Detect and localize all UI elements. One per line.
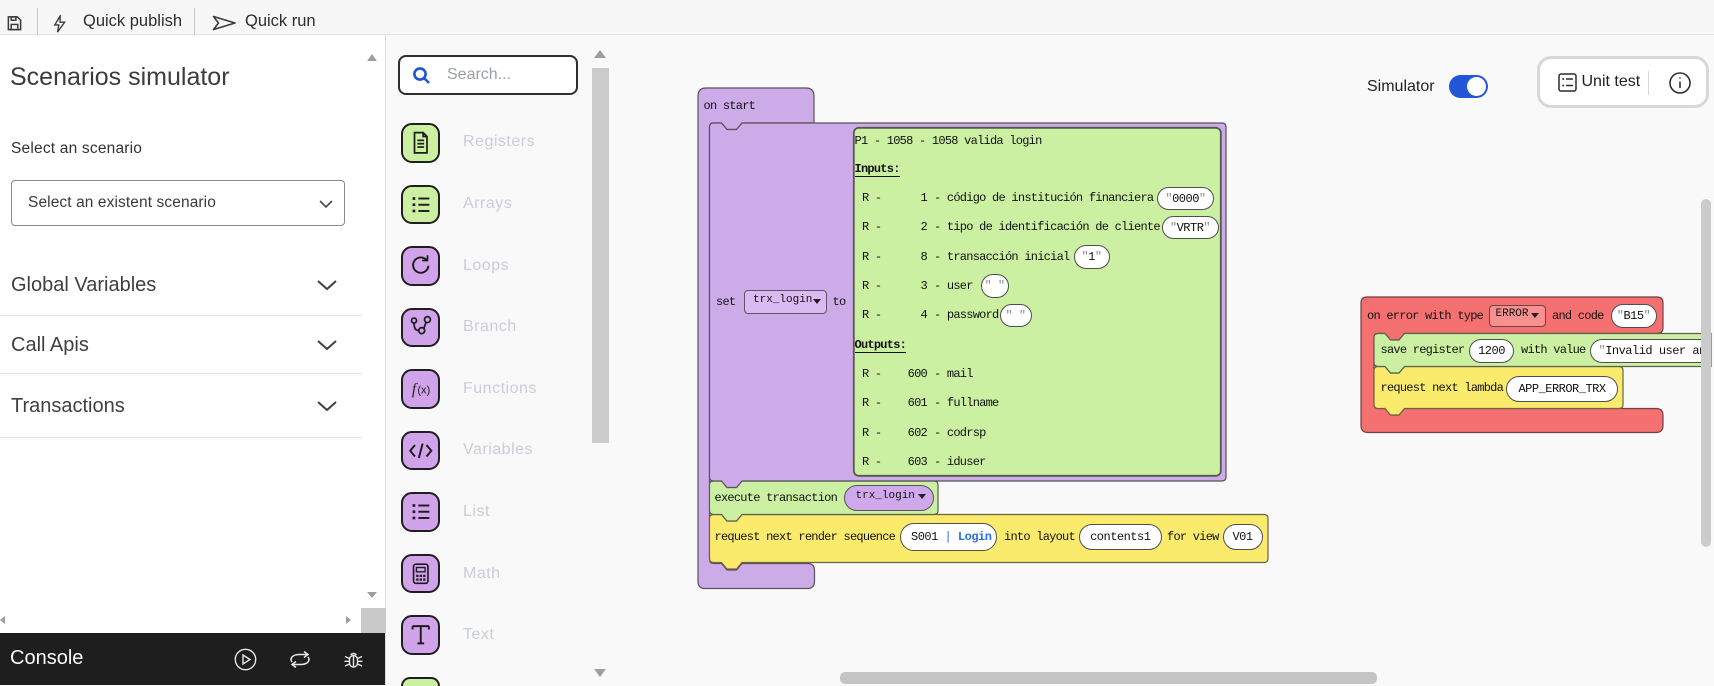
- svg-text:(x): (x): [417, 385, 430, 397]
